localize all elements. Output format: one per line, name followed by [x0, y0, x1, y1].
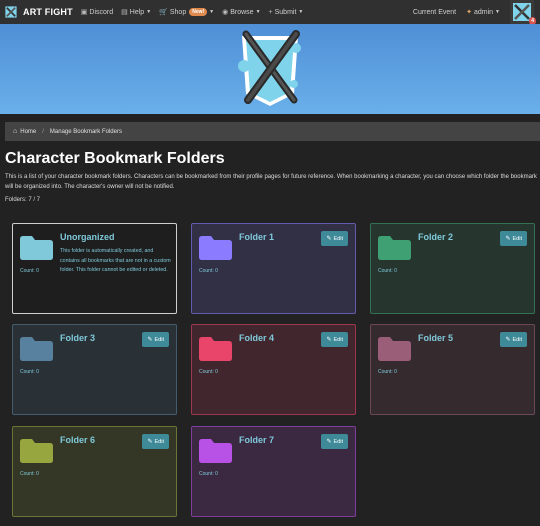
- site-banner: [0, 24, 540, 114]
- page-description: This is a list of your character bookmar…: [5, 174, 537, 190]
- discord-icon: ▣: [80, 9, 88, 16]
- edit-label: Edit: [333, 235, 343, 242]
- chevron-down-icon: ▼: [209, 9, 215, 15]
- folder-card-7[interactable]: Folder 7 ✎ Edit Count: 0: [191, 426, 356, 517]
- folder-card-unorganized[interactable]: Unorganized This folder is automatically…: [12, 223, 177, 314]
- folder-card-3[interactable]: Folder 3 ✎ Edit Count: 0: [12, 324, 177, 415]
- edit-icon: ✎: [147, 337, 153, 343]
- folder-icon: [20, 439, 53, 463]
- folder-icon: [199, 236, 232, 260]
- chevron-down-icon: ▼: [146, 9, 152, 15]
- edit-button[interactable]: ✎ Edit: [500, 332, 527, 347]
- folder-name: Folder 6: [60, 435, 96, 445]
- new-badge: New!: [189, 8, 208, 16]
- folder-count: Count: 0: [20, 369, 39, 375]
- avatar[interactable]: 4: [510, 0, 536, 25]
- folder-name: Folder 5: [418, 333, 454, 343]
- edit-button[interactable]: ✎ Edit: [142, 332, 169, 347]
- folder-count: Count: 0: [20, 268, 39, 274]
- folder-count: Count: 0: [199, 369, 218, 375]
- top-navbar: ART FIGHT ▣ Discord ▤ Help ▼ 🛒 Shop New!…: [0, 0, 540, 25]
- folder-icon: [20, 236, 53, 260]
- brand-name: ART FIGHT: [23, 7, 73, 17]
- nav-help[interactable]: ▤ Help ▼: [121, 8, 152, 17]
- edit-button[interactable]: ✎ Edit: [321, 332, 348, 347]
- home-icon: ⌂: [13, 128, 18, 135]
- edit-icon: ✎: [326, 337, 332, 343]
- edit-label: Edit: [512, 336, 522, 343]
- edit-label: Edit: [333, 336, 343, 343]
- cart-icon: 🛒: [159, 9, 168, 16]
- page-title: Character Bookmark Folders: [5, 150, 225, 167]
- folder-icon: [378, 236, 411, 260]
- folder-count: Count: 0: [199, 471, 218, 477]
- folder-card-6[interactable]: Folder 6 ✎ Edit Count: 0: [12, 426, 177, 517]
- nav-discord-label: Discord: [89, 8, 114, 16]
- edit-button[interactable]: ✎ Edit: [500, 231, 527, 246]
- folder-card-4[interactable]: Folder 4 ✎ Edit Count: 0: [191, 324, 356, 415]
- breadcrumb-home[interactable]: Home: [20, 129, 36, 135]
- edit-label: Edit: [154, 336, 164, 343]
- username: admin: [473, 8, 494, 16]
- folder-icon: [378, 337, 411, 361]
- browse-icon: ◉: [222, 9, 229, 16]
- nav-current-event[interactable]: Current Event: [413, 9, 456, 16]
- edit-button[interactable]: ✎ Edit: [142, 434, 169, 449]
- folder-icon: [20, 337, 53, 361]
- folder-count: Count: 0: [378, 268, 397, 274]
- edit-label: Edit: [512, 235, 522, 242]
- edit-icon: ✎: [505, 337, 511, 343]
- folder-icon: [199, 439, 232, 463]
- nav-submit-label: Submit: [274, 8, 297, 16]
- folder-name: Folder 2: [418, 232, 454, 242]
- help-icon: ▤: [121, 9, 128, 16]
- nav-right: Current Event ✦ admin ▼ 4: [413, 0, 540, 25]
- edit-label: Edit: [154, 438, 164, 445]
- breadcrumb-current[interactable]: Manage Bookmark Folders: [50, 129, 122, 135]
- folder-count: Count: 0: [20, 471, 39, 477]
- folder-card-5[interactable]: Folder 5 ✎ Edit Count: 0: [370, 324, 535, 415]
- art-fight-banner-logo-icon: [238, 30, 301, 106]
- folder-icon: [199, 337, 232, 361]
- brand-link[interactable]: ART FIGHT: [4, 5, 73, 19]
- user-icon: ✦: [466, 9, 472, 16]
- edit-icon: ✎: [505, 236, 511, 242]
- breadcrumb: ⌂ Home / Manage Bookmark Folders: [5, 122, 540, 141]
- edit-icon: ✎: [326, 236, 332, 242]
- folder-name: Folder 1: [239, 232, 275, 242]
- folder-name: Folder 4: [239, 333, 275, 343]
- edit-icon: ✎: [147, 439, 153, 445]
- art-fight-logo-icon: [5, 6, 17, 18]
- folder-name: Folder 7: [239, 435, 275, 445]
- nav-help-label: Help: [129, 8, 145, 16]
- edit-label: Edit: [333, 438, 343, 445]
- chevron-down-icon: ▼: [255, 9, 261, 15]
- folders-count: Folders: 7 / 7: [5, 197, 41, 203]
- edit-button[interactable]: ✎ Edit: [321, 434, 348, 449]
- plus-icon: +: [268, 8, 273, 16]
- chevron-down-icon: ▼: [495, 9, 500, 15]
- folder-name: Folder 3: [60, 333, 96, 343]
- nav-shop[interactable]: 🛒 Shop New! ▼: [159, 8, 214, 16]
- nav-submit[interactable]: + Submit ▼: [269, 9, 304, 16]
- folder-description: This folder is automatically created, an…: [60, 248, 171, 273]
- nav-browse[interactable]: ◉ Browse ▼: [222, 8, 261, 17]
- nav-browse-label: Browse: [230, 8, 254, 16]
- folder-count: Count: 0: [199, 268, 218, 274]
- folder-count: Count: 0: [378, 369, 397, 375]
- folder-card-1[interactable]: Folder 1 ✎ Edit Count: 0: [191, 223, 356, 314]
- folder-name: Unorganized: [60, 232, 115, 242]
- edit-button[interactable]: ✎ Edit: [321, 231, 348, 246]
- breadcrumb-separator: /: [42, 128, 44, 135]
- folder-card-2[interactable]: Folder 2 ✎ Edit Count: 0: [370, 223, 535, 314]
- edit-icon: ✎: [326, 439, 332, 445]
- current-event-label: Current Event: [412, 8, 457, 16]
- nav-discord[interactable]: ▣ Discord: [80, 8, 114, 17]
- nav-user[interactable]: ✦ admin ▼: [466, 8, 500, 17]
- chevron-down-icon: ▼: [298, 9, 304, 15]
- nav-shop-label: Shop: [169, 8, 187, 16]
